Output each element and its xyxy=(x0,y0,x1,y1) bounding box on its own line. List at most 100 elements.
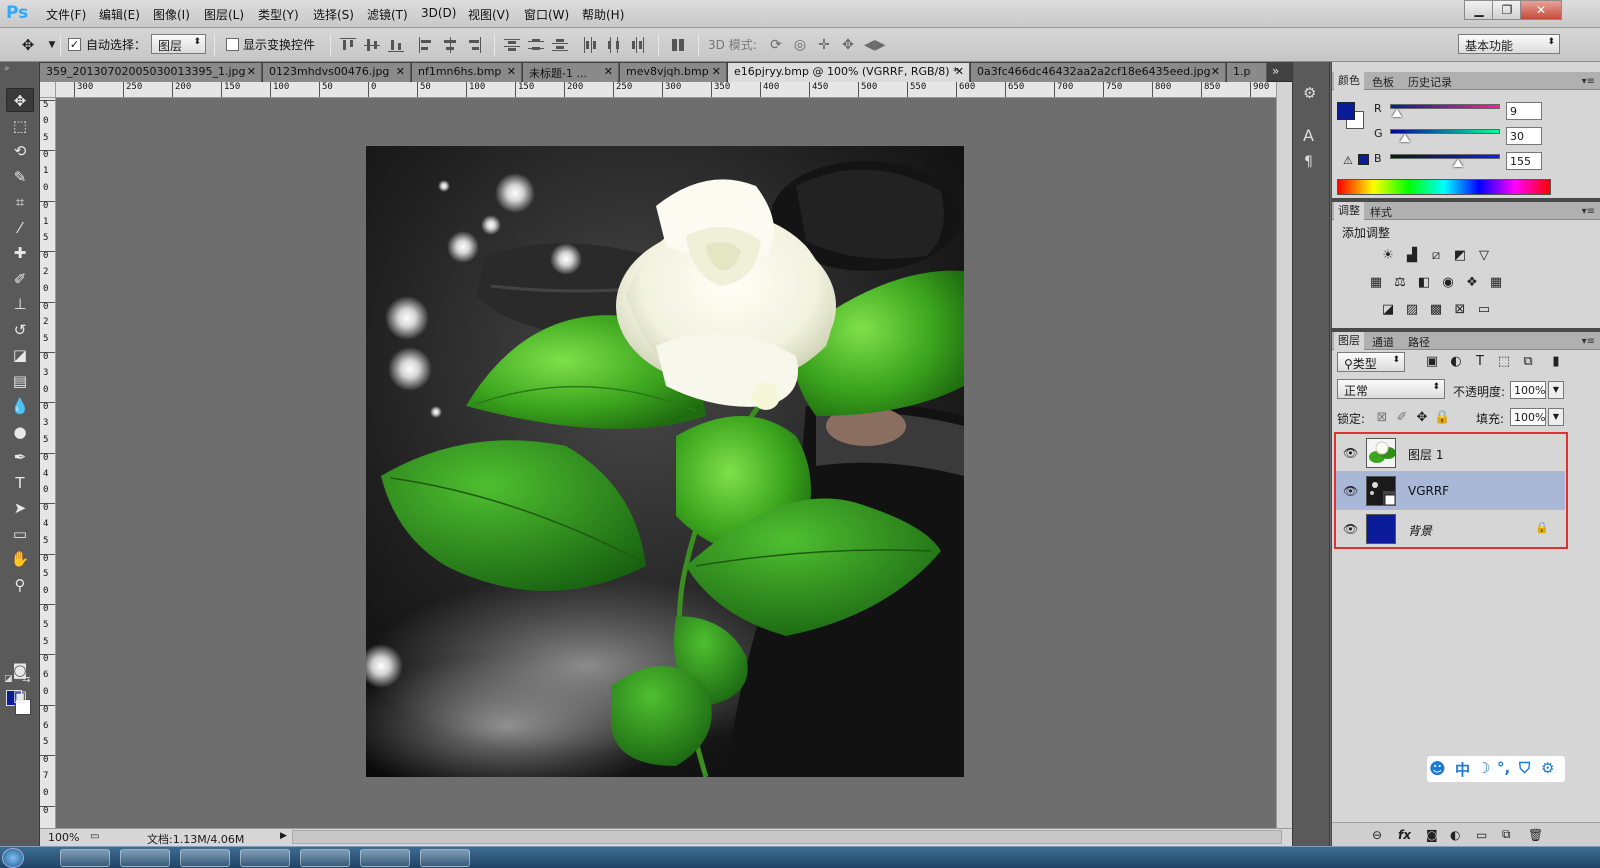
align-left-icon[interactable] xyxy=(418,37,434,53)
tab-paths[interactable]: 路径 xyxy=(1404,334,1434,350)
taskbar-app[interactable] xyxy=(120,849,170,867)
distribute-top-icon[interactable] xyxy=(504,37,520,53)
shape-tool[interactable]: ▭ xyxy=(6,522,34,546)
3d-slide-icon[interactable]: ✥ xyxy=(840,37,856,53)
chevron-down-icon[interactable]: ▼ xyxy=(44,37,60,53)
document-tab[interactable]: mev8vjqh.bmp ✕ xyxy=(620,63,727,82)
paragraph-panel-icon[interactable]: ¶ xyxy=(1304,154,1313,170)
exposure-icon[interactable]: ◩ xyxy=(1452,248,1468,264)
ime-skin-icon[interactable]: ⛉ xyxy=(1519,759,1530,777)
photo-filter-icon[interactable]: ◉ xyxy=(1440,275,1456,291)
workspace-dropdown[interactable]: 基本功能 ⬍ xyxy=(1458,34,1560,54)
taskbar-app[interactable] xyxy=(180,849,230,867)
b-slider[interactable] xyxy=(1390,154,1500,159)
lock-pixels-icon[interactable]: ✐ xyxy=(1394,410,1410,426)
menu-select[interactable]: 选择(S) xyxy=(313,6,354,23)
g-value[interactable]: 30 xyxy=(1506,127,1542,145)
canvas-workspace[interactable] xyxy=(56,98,1276,828)
black-white-icon[interactable]: ◧ xyxy=(1416,275,1432,291)
channel-mixer-icon[interactable]: ❖ xyxy=(1464,275,1480,291)
lasso-tool[interactable]: ⟲ xyxy=(6,139,34,163)
menu-layer[interactable]: 图层(L) xyxy=(204,6,244,23)
dodge-tool[interactable]: ● xyxy=(6,420,34,444)
levels-icon[interactable]: ▟ xyxy=(1404,248,1420,264)
zoom-tool[interactable]: ⚲ xyxy=(6,573,34,597)
websafe-color-swatch[interactable] xyxy=(1358,154,1369,165)
ime-logo-icon[interactable]: ☻ xyxy=(1429,759,1446,778)
blend-mode-dropdown[interactable]: 正常 ⬍ xyxy=(1337,379,1445,399)
menu-file[interactable]: 文件(F) xyxy=(46,6,86,23)
fill-field[interactable]: 100% xyxy=(1510,408,1546,426)
restore-button[interactable]: ❐ xyxy=(1492,0,1522,20)
menu-3d[interactable]: 3D(D) xyxy=(421,6,456,20)
taskbar-app[interactable] xyxy=(420,849,470,867)
tabs-overflow-icon[interactable]: » xyxy=(1272,64,1279,78)
distribute-hcenter-icon[interactable] xyxy=(606,37,622,53)
close-tab-icon[interactable]: ✕ xyxy=(712,65,721,78)
b-value[interactable]: 155 xyxy=(1506,152,1542,170)
curves-icon[interactable]: ⧄ xyxy=(1428,248,1444,264)
document-tab[interactable]: 0a3fc466dc46432aa2a2cf18e6435eed.jpg ✕ xyxy=(971,63,1226,82)
lock-transparent-icon[interactable]: ⊠ xyxy=(1374,410,1390,426)
document-tab-active[interactable]: e16pjryy.bmp @ 100% (VGRRF, RGB/8) * ✕ xyxy=(728,63,970,82)
distribute-right-icon[interactable] xyxy=(630,37,646,53)
filter-pixel-icon[interactable]: ▣ xyxy=(1424,354,1440,370)
filter-toggle-icon[interactable]: ▮ xyxy=(1548,354,1564,370)
path-select-tool[interactable]: ➤ xyxy=(6,496,34,520)
distribute-bottom-icon[interactable] xyxy=(552,37,568,53)
auto-select-dropdown[interactable]: 图层 ⬍ xyxy=(151,34,206,54)
document-tab[interactable]: 1.p xyxy=(1227,63,1267,82)
vertical-scrollbar[interactable] xyxy=(1276,82,1292,828)
threshold-icon[interactable]: ▩ xyxy=(1428,302,1444,318)
status-menu-icon[interactable]: ▶ xyxy=(280,831,287,841)
color-lookup-icon[interactable]: ▦ xyxy=(1488,275,1504,291)
ime-halfwidth-icon[interactable]: ☽ xyxy=(1477,759,1490,777)
crop-tool[interactable]: ⌗ xyxy=(6,190,34,214)
tab-history[interactable]: 历史记录 xyxy=(1404,74,1456,90)
panel-icon[interactable]: ⚙ xyxy=(1303,84,1316,102)
menu-edit[interactable]: 编辑(E) xyxy=(99,6,140,23)
new-group-icon[interactable]: ▭ xyxy=(1476,828,1487,842)
filter-type-icon[interactable]: T xyxy=(1472,354,1488,370)
move-tool-preset-icon[interactable]: ✥ xyxy=(20,37,36,53)
opacity-field[interactable]: 100% xyxy=(1510,381,1546,399)
r-value[interactable]: 9 xyxy=(1506,102,1542,120)
taskbar-app[interactable] xyxy=(60,849,110,867)
close-tab-icon[interactable]: ✕ xyxy=(1211,65,1220,78)
tab-channels[interactable]: 通道 xyxy=(1368,334,1398,350)
minimize-button[interactable]: ▁ xyxy=(1464,0,1494,20)
history-brush-tool[interactable]: ↺ xyxy=(6,318,34,342)
start-button[interactable] xyxy=(2,848,24,868)
g-slider-thumb[interactable] xyxy=(1400,134,1410,142)
new-layer-icon[interactable]: ⧉ xyxy=(1502,827,1511,842)
hue-saturation-icon[interactable]: ▦ xyxy=(1368,275,1384,291)
lock-position-icon[interactable]: ✥ xyxy=(1414,410,1430,426)
gradient-map-icon[interactable]: ▭ xyxy=(1476,302,1492,318)
layer-filter-dropdown[interactable]: ⚲类型 ⬍ xyxy=(1337,352,1405,372)
eyedropper-tool[interactable]: ⁄ xyxy=(6,216,34,240)
delete-layer-icon[interactable]: 🗑 xyxy=(1528,828,1543,842)
3d-roll-icon[interactable]: ◎ xyxy=(792,37,808,53)
collapse-icon[interactable]: » xyxy=(4,64,10,74)
distribute-left-icon[interactable] xyxy=(582,37,598,53)
color-balance-icon[interactable]: ⚖ xyxy=(1392,275,1408,291)
quick-select-tool[interactable]: ✎ xyxy=(6,165,34,189)
fill-dropdown-icon[interactable]: ▼ xyxy=(1548,408,1564,426)
selective-color-icon[interactable]: ⊠ xyxy=(1452,302,1468,318)
document-tab[interactable]: 未标题-1 ... ✕ xyxy=(523,63,619,82)
3d-rotate-icon[interactable]: ⟳ xyxy=(768,37,784,53)
r-slider-thumb[interactable] xyxy=(1392,109,1402,117)
tab-adjustments[interactable]: 调整 xyxy=(1334,202,1364,220)
quick-mask-icon[interactable]: ◙ xyxy=(6,658,34,682)
document-tab[interactable]: nf1mn6hs.bmp ✕ xyxy=(412,63,522,82)
type-tool[interactable]: T xyxy=(6,471,34,495)
document-canvas[interactable] xyxy=(366,146,964,777)
color-spectrum[interactable] xyxy=(1337,179,1551,195)
align-right-icon[interactable] xyxy=(466,37,482,53)
close-tab-icon[interactable]: ✕ xyxy=(247,65,256,78)
posterize-icon[interactable]: ▨ xyxy=(1404,302,1420,318)
screen-mode-icon[interactable]: ▣ xyxy=(6,684,34,708)
hand-tool[interactable]: ✋ xyxy=(6,547,34,571)
tab-color[interactable]: 颜色 xyxy=(1334,72,1364,90)
fx-icon[interactable]: fx xyxy=(1398,828,1411,842)
